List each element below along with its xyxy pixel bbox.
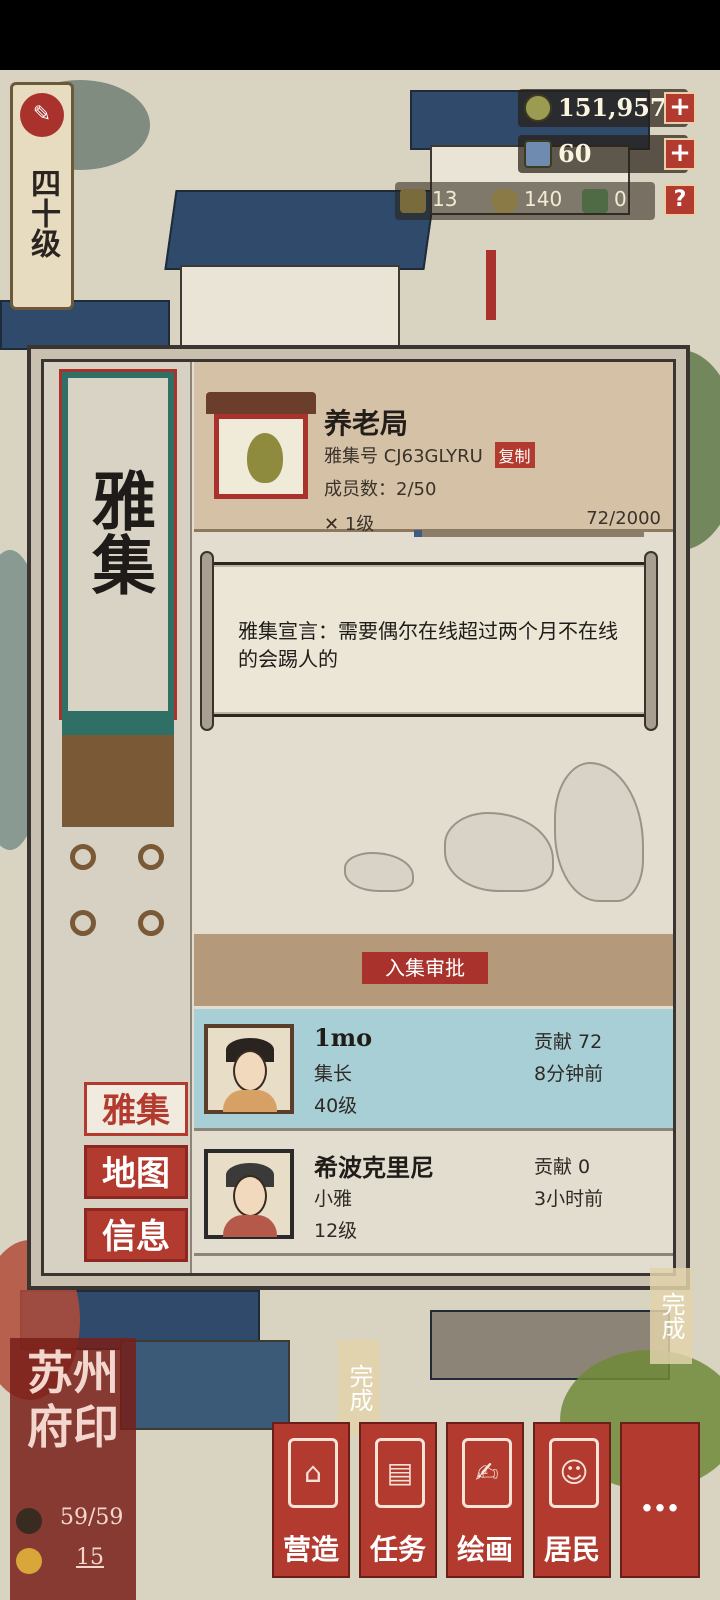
member-level: 12级 [314, 1220, 358, 1242]
nav-tasks-label: 任务 [369, 1533, 426, 1566]
coin-bag-icon [16, 1548, 42, 1574]
member-count-value: 2/50 [396, 479, 437, 500]
task-icon: ▤ [375, 1438, 425, 1508]
player-level-tag[interactable]: ✎ 四十级 [10, 82, 74, 310]
club-exp-text: 72/2000 [586, 508, 661, 529]
member-count-label: 成员数： [324, 479, 396, 500]
nav-more[interactable]: … [620, 1422, 700, 1578]
member-avatar [204, 1149, 294, 1239]
club-panel: 雅集 雅集 地图 信息 养老局 雅集号 CJ63GLYRU 复制 成员数：2/5… [27, 345, 690, 1290]
club-emblem [206, 392, 316, 507]
member-count: 成员数：2/50 [324, 475, 436, 501]
basket-icon [492, 188, 518, 213]
club-id-label: 雅集号 [324, 446, 378, 467]
club-panel-body: 雅集 雅集 地图 信息 养老局 雅集号 CJ63GLYRU 复制 成员数：2/5… [41, 359, 676, 1276]
book-icon [582, 188, 608, 213]
nav-build-label: 营造 [282, 1533, 339, 1566]
seal-title: 苏州府印 [27, 1346, 119, 1454]
basket-value: 140 [524, 187, 563, 211]
member-contribution: 贡献 0 [534, 1156, 591, 1178]
club-name: 养老局 [324, 407, 409, 440]
jade-counter: 60 [518, 135, 688, 173]
coin-counter: 151,957 [518, 89, 688, 127]
nav-residents-label: 居民 [543, 1533, 600, 1566]
member-name: 1mo [314, 1023, 373, 1052]
member-avatar [204, 1024, 294, 1114]
member-row[interactable]: 希波克里尼 小雅 12级 贡献 0 3小时前 [194, 1134, 673, 1256]
member-row[interactable]: 1mo 集长 40级 贡献 72 8分钟前 [194, 1009, 673, 1131]
club-level-value: 1级 [344, 514, 375, 535]
add-coins-button[interactable]: + [664, 92, 696, 124]
seal-stat-icon [16, 1508, 42, 1534]
gourd-icon [247, 433, 283, 483]
coin-icon [524, 94, 552, 122]
side-title-text: 雅集 [81, 468, 156, 596]
club-id-row: 雅集号 CJ63GLYRU 复制 [324, 442, 535, 468]
club-info-header: 养老局 雅集号 CJ63GLYRU 复制 成员数：2/50 ✕ 1级 72/20… [194, 362, 673, 537]
tab-info[interactable]: 信息 [84, 1208, 188, 1262]
coin-pattern-decoration [62, 832, 174, 957]
done-tag[interactable]: 完成 [650, 1268, 692, 1364]
nav-paint[interactable]: ✍ 绘画 [446, 1422, 524, 1578]
member-last-seen: 3小时前 [534, 1188, 604, 1210]
member-role: 小雅 [314, 1188, 353, 1210]
book-counter: 0 [582, 182, 627, 216]
nav-residents[interactable]: ☺ 居民 [533, 1422, 611, 1578]
ink-landscape-decoration [194, 722, 673, 932]
seal-stat-2: 15 [76, 1545, 104, 1570]
scroll-rod-left [200, 551, 214, 731]
club-exp-bar [414, 530, 644, 537]
bamboo-icon [400, 188, 426, 213]
book-value: 0 [614, 187, 627, 211]
copy-id-button[interactable]: 复制 [494, 442, 535, 468]
add-jade-button[interactable]: + [664, 138, 696, 170]
member-role: 集长 [314, 1063, 353, 1085]
brush-icon: ✎ [20, 93, 64, 137]
join-approval-button[interactable]: 入集审批 [362, 952, 488, 984]
pavilion-decoration [62, 717, 174, 827]
basket-counter: 140 [492, 182, 562, 216]
jade-icon [524, 140, 552, 168]
seal-stat-1: 59/59 [60, 1505, 124, 1530]
player-level-label: 四十级 [25, 168, 60, 258]
declaration-scroll: 雅集宣言：需要偶尔在线超过两个月不在线的会踢人的 [200, 551, 658, 731]
approve-band: 入集审批 [194, 934, 673, 1006]
nav-tasks[interactable]: ▤ 任务 [359, 1422, 437, 1578]
club-exp-fill [414, 530, 423, 537]
member-name: 希波克里尼 [314, 1153, 434, 1182]
nav-build[interactable]: ⌂ 营造 [272, 1422, 350, 1578]
club-sidebar: 雅集 雅集 地图 信息 [44, 362, 192, 1273]
scroll-rod-right [644, 551, 658, 731]
club-declaration: 雅集宣言：需要偶尔在线超过两个月不在线的会踢人的 [238, 619, 618, 671]
bamboo-value: 13 [432, 187, 458, 211]
tab-map[interactable]: 地图 [84, 1145, 188, 1199]
bamboo-counter: 13 [400, 182, 457, 216]
crossed-tools-icon: ✕ [324, 514, 340, 535]
coin-value: 151,957 [558, 93, 667, 122]
club-id-value: CJ63GLYRU [383, 446, 483, 467]
tab-club[interactable]: 雅集 [84, 1082, 188, 1136]
help-button[interactable]: ? [664, 184, 696, 216]
more-icon: … [640, 1474, 680, 1521]
member-level: 40级 [314, 1095, 358, 1117]
club-level: ✕ 1级 [324, 510, 374, 536]
jade-value: 60 [558, 139, 592, 168]
scroll-icon: ✍ [462, 1438, 512, 1508]
side-title-banner: 雅集 [59, 369, 177, 720]
resident-icon: ☺ [549, 1438, 599, 1508]
member-last-seen: 8分钟前 [534, 1063, 604, 1085]
nav-paint-label: 绘画 [456, 1533, 513, 1566]
member-contribution: 贡献 72 [534, 1031, 603, 1053]
build-icon: ⌂ [288, 1438, 338, 1508]
